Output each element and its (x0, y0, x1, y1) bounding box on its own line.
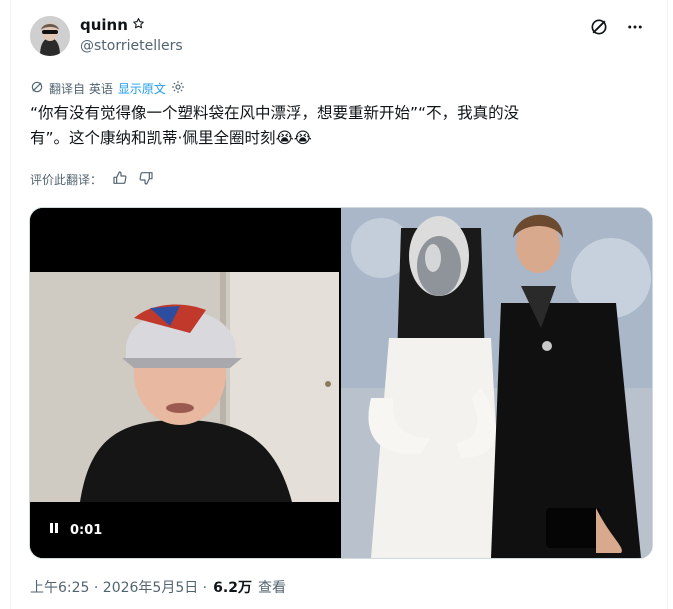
author-display-name[interactable]: quinn (80, 16, 128, 34)
tweet-text-line: 有”。这个康纳和凯蒂·佩里全圈时刻😭😭 (30, 129, 312, 147)
translation-row: 翻译自 英语 显示原文 (30, 80, 185, 97)
video-controls: 0:01 (30, 502, 339, 558)
avatar[interactable] (30, 16, 70, 56)
tweet-timestamp[interactable]: 上午6:25 · 2026年5月5日 · (30, 577, 207, 597)
video-player[interactable]: 0:01 (30, 208, 339, 558)
author-name-row[interactable]: quinn (80, 16, 145, 34)
author-handle[interactable]: @storrietellers (80, 38, 183, 54)
translated-from-label: 翻译自 英语 (49, 82, 113, 96)
show-original-link[interactable]: 显示原文 (118, 80, 166, 97)
thumbs-up-icon[interactable] (112, 170, 128, 189)
thumbs-down-icon[interactable] (138, 170, 154, 189)
grok-icon[interactable] (586, 14, 612, 40)
media-grid: 0:01 (29, 207, 653, 559)
pause-icon[interactable] (48, 522, 60, 538)
photo-scene-image (341, 208, 652, 558)
rate-translation-label: 评价此翻译： (30, 173, 103, 187)
more-options-icon[interactable] (622, 14, 648, 40)
views-count: 6.2万 (213, 580, 252, 596)
video-timestamp: 0:01 (70, 522, 103, 538)
gear-icon[interactable] (171, 80, 185, 97)
translate-icon (30, 80, 44, 97)
top-actions (586, 14, 648, 40)
tweet-meta: 上午6:25 · 2026年5月5日 · 6.2万 查看 (30, 577, 286, 597)
star-icon (132, 17, 145, 34)
tweet-text: “你有没有觉得像一个塑料袋在风中漂浮，想要重新开始”“不，我真的没 有”。这个康… (30, 101, 630, 151)
photo-image[interactable] (341, 208, 652, 558)
rate-translation-row: 评价此翻译： (30, 170, 154, 189)
views-label: 查看 (257, 580, 286, 596)
tweet-text-line: “你有没有觉得像一个塑料袋在风中漂浮，想要重新开始”“不，我真的没 (30, 104, 520, 122)
